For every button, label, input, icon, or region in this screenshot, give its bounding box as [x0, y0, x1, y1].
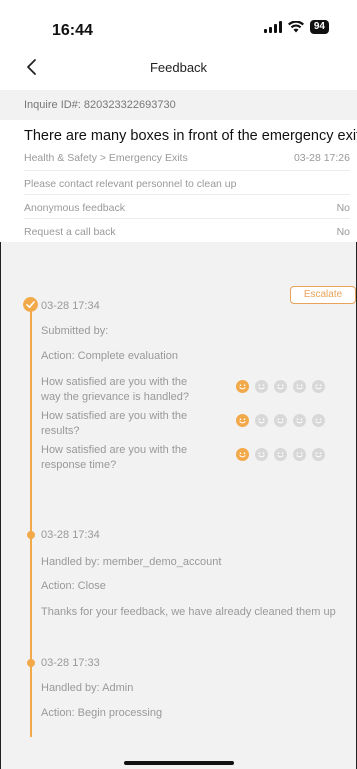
anonymous-label: Anonymous feedback [24, 202, 125, 214]
timeline-time: 03-28 17:34 [41, 300, 100, 312]
rating-question: How satisfied are you with the way the g… [41, 376, 189, 403]
rating-faces-3 [236, 448, 325, 461]
timeline-dot [27, 531, 35, 539]
status-bar: 16:44 94 [0, 0, 357, 44]
description-row: Please contact relevant personnel to cle… [24, 170, 350, 194]
smiley-face-icon[interactable] [255, 414, 268, 427]
smiley-face-icon[interactable] [274, 448, 287, 461]
smiley-face-icon[interactable] [236, 448, 249, 461]
smiley-face-icon[interactable] [312, 380, 325, 393]
nav-bar: Feedback [0, 44, 357, 90]
timeline-action: Action: Close [41, 580, 106, 592]
rating-question: How satisfied are you with the response … [41, 444, 188, 471]
status-icons: 94 [263, 20, 329, 34]
category-row: Health & Safety > Emergency Exits 03-28 … [24, 148, 350, 170]
smiley-face-icon[interactable] [274, 380, 287, 393]
signal-icon [263, 21, 282, 33]
escalate-button[interactable]: Escalate [290, 286, 356, 304]
smiley-face-icon[interactable] [255, 380, 268, 393]
inquire-id: Inquire ID#: 820323322693730 [24, 99, 176, 111]
wifi-icon [287, 21, 304, 33]
timeline-by: Handled by: Admin [41, 682, 134, 694]
anonymous-value: No [336, 202, 350, 214]
callback-label: Request a call back [24, 226, 116, 238]
anonymous-row: Anonymous feedback No [24, 194, 350, 218]
check-icon [23, 297, 38, 312]
timeline-time: 03-28 17:34 [41, 529, 100, 541]
smiley-face-icon[interactable] [293, 414, 306, 427]
rating-faces-1 [236, 380, 325, 393]
smiley-face-icon[interactable] [236, 414, 249, 427]
timeline-note: Thanks for your feedback, we have alread… [41, 606, 336, 618]
smiley-face-icon[interactable] [312, 448, 325, 461]
battery-icon: 94 [309, 20, 329, 34]
callback-value: No [336, 226, 350, 238]
timeline-action: Action: Complete evaluation [41, 350, 178, 362]
timeline-line [30, 304, 32, 737]
feedback-date: 03-28 17:26 [293, 152, 350, 164]
feedback-category: Health & Safety > Emergency Exits [24, 152, 188, 164]
timeline-by: Handled by: member_demo_account [41, 556, 222, 568]
timeline-dot [27, 659, 35, 667]
home-indicator [124, 761, 234, 765]
smiley-face-icon[interactable] [293, 380, 306, 393]
inquire-id-row: Inquire ID#: 820323322693730 [0, 90, 357, 120]
callback-row: Request a call back No [24, 218, 350, 242]
timeline-by: Submitted by: [41, 325, 109, 337]
smiley-face-icon[interactable] [274, 414, 287, 427]
feedback-details: There are many boxes in front of the eme… [0, 120, 357, 242]
page-title: Feedback [149, 60, 208, 75]
smiley-face-icon[interactable] [255, 448, 268, 461]
rating-question: How satisfied are you with the results? [41, 410, 188, 437]
timeline-time: 03-28 17:33 [41, 657, 100, 669]
feedback-title: There are many boxes in front of the eme… [24, 128, 357, 144]
smiley-face-icon[interactable] [236, 380, 249, 393]
feedback-description: Please contact relevant personnel to cle… [24, 178, 237, 190]
smiley-face-icon[interactable] [312, 414, 325, 427]
timeline-action: Action: Begin processing [41, 707, 163, 719]
rating-faces-2 [236, 414, 325, 427]
status-time: 16:44 [52, 22, 93, 39]
smiley-face-icon[interactable] [293, 448, 306, 461]
